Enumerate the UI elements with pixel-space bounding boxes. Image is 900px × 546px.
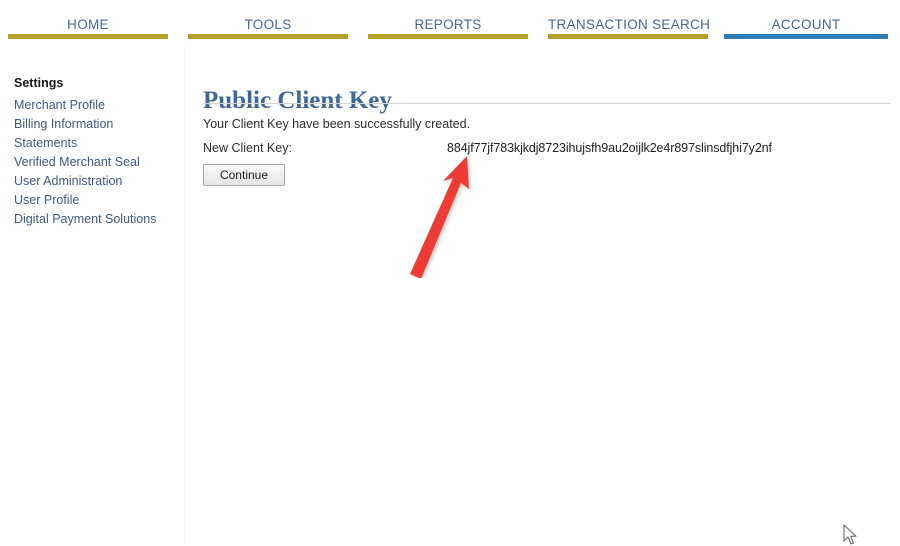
continue-button[interactable]: Continue — [203, 164, 285, 186]
sidebar-item-merchant-profile[interactable]: Merchant Profile — [14, 99, 105, 112]
nav-tab-transaction-search-label: TRANSACTION SEARCH — [548, 17, 711, 32]
nav-tab-account[interactable]: ACCOUNT — [724, 0, 888, 44]
main-content-area: Public Client Key Your Client Key have b… — [185, 44, 900, 544]
new-client-key-value: 884jf77jf783kjkdj8723ihujsfh9au2oijlk2e4… — [447, 141, 772, 155]
nav-tab-transaction-search[interactable]: TRANSACTION SEARCH — [548, 0, 711, 44]
nav-tab-tools-underline — [188, 34, 348, 39]
status-message: Your Client Key have been successfully c… — [203, 117, 471, 131]
sidebar-item-verified-merchant-seal[interactable]: Verified Merchant Seal — [14, 156, 140, 169]
sidebar-item-billing-information[interactable]: Billing Information — [14, 118, 113, 131]
settings-sidebar: Settings Merchant Profile Billing Inform… — [0, 44, 185, 544]
title-divider — [203, 103, 890, 104]
nav-tab-account-underline — [724, 34, 888, 39]
sidebar-item-digital-payment-solutions[interactable]: Digital Payment Solutions — [14, 213, 156, 226]
nav-tab-account-label: ACCOUNT — [771, 17, 841, 32]
new-client-key-label: New Client Key: — [203, 141, 292, 155]
nav-tab-home-underline — [8, 34, 168, 39]
sidebar-heading: Settings — [14, 76, 64, 90]
main-navigation-bar: HOME TOOLS REPORTS TRANSACTION SEARCH AC… — [0, 0, 900, 44]
sidebar-item-user-administration[interactable]: User Administration — [14, 175, 122, 188]
sidebar-item-statements[interactable]: Statements — [14, 137, 77, 150]
nav-tab-tools[interactable]: TOOLS — [188, 0, 348, 44]
nav-tab-reports-label: REPORTS — [414, 17, 482, 32]
nav-tab-transaction-search-underline — [548, 34, 708, 39]
page-title: Public Client Key — [203, 86, 392, 114]
sidebar-item-user-profile[interactable]: User Profile — [14, 194, 79, 207]
nav-tab-home[interactable]: HOME — [8, 0, 168, 44]
nav-tab-reports-underline — [368, 34, 528, 39]
nav-tab-home-label: HOME — [67, 17, 109, 32]
nav-tab-tools-label: TOOLS — [244, 17, 292, 32]
nav-tab-reports[interactable]: REPORTS — [368, 0, 528, 44]
